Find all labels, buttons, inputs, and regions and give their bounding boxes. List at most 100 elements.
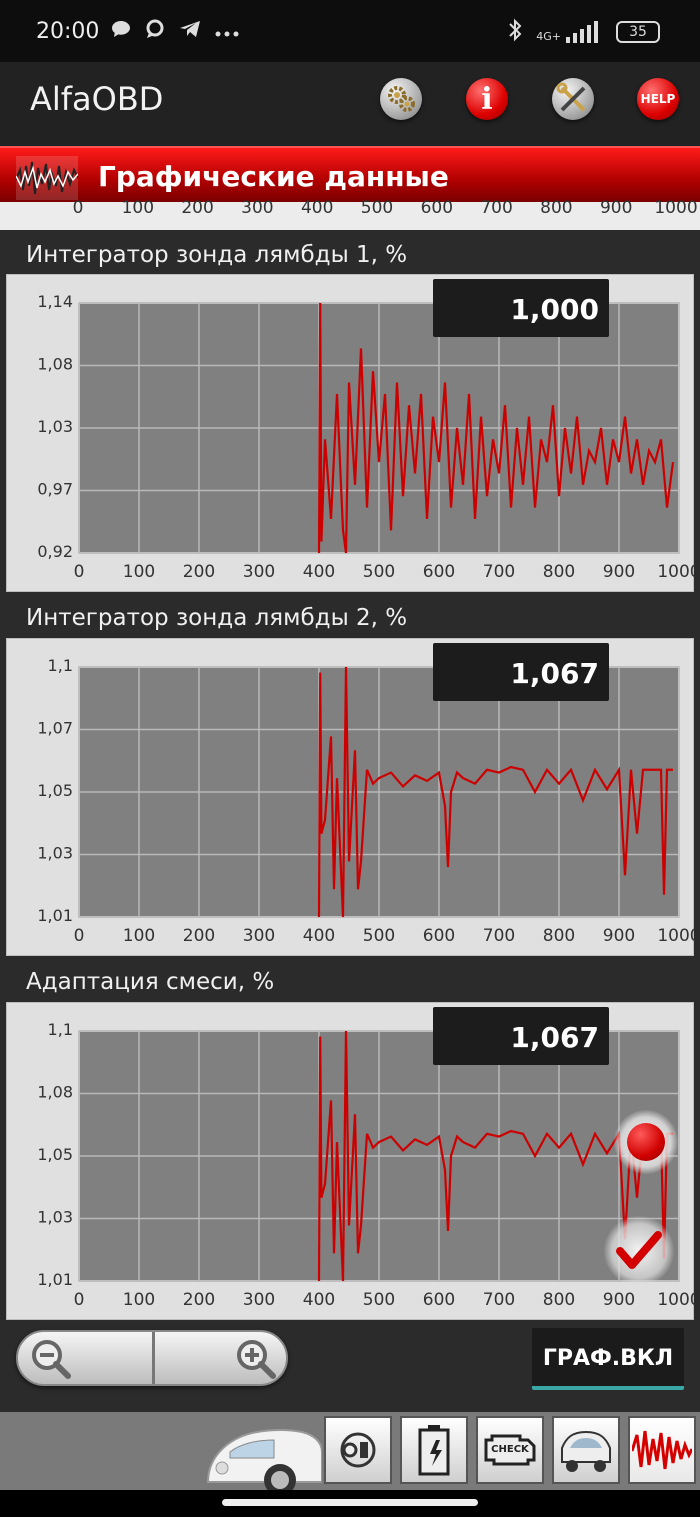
chart-3-panel[interactable]: 0 100 200 300 400 500 600 700 800 900 1000 1,1 1,08 1… [6, 1002, 700, 1320]
section-header: Графические данные [0, 146, 700, 202]
battery-icon [418, 1425, 450, 1476]
battery-icon: 35 [616, 21, 660, 43]
x-tick-label: 100 [123, 562, 155, 582]
message-icon [145, 19, 165, 44]
x-tick-label: 400 [303, 562, 335, 582]
x-tick-label: 400 [300, 198, 334, 218]
x-tick-label: 900 [603, 1290, 635, 1310]
bluetooth-icon [508, 18, 522, 46]
x-tick-label: 100 [123, 1290, 155, 1310]
notification-icons [111, 19, 239, 44]
chart-1-heading: Интегратор зонда лямбды 1, % [6, 238, 694, 274]
x-tick-label: 500 [363, 926, 395, 946]
y-tick-label: 1,1 [48, 1020, 73, 1039]
x-tick-label: 800 [543, 1290, 575, 1310]
x-tick-label: 1000 [657, 926, 695, 946]
current-value-box: 1,067 [433, 643, 609, 701]
system-icons: 4G+ 35 [508, 18, 660, 46]
battery-button[interactable] [400, 1416, 468, 1484]
x-tick-label: 200 [183, 926, 215, 946]
zoom-in-button[interactable] [155, 1332, 286, 1384]
x-tick-label: 900 [603, 562, 635, 582]
x-tick-label: 200 [183, 1290, 215, 1310]
confirm-button[interactable] [604, 1216, 674, 1286]
info-icon: i [481, 81, 493, 117]
x-tick-label: 200 [183, 562, 215, 582]
tools-button[interactable] [552, 78, 594, 120]
x-tick-label: 500 [363, 1290, 395, 1310]
chart-title: Адаптация смеси, % [26, 969, 275, 995]
current-value-box: 1,067 [433, 1007, 609, 1065]
y-tick-label: 1,07 [37, 719, 73, 738]
x-tick-label: 800 [543, 926, 575, 946]
car-service-button[interactable] [552, 1416, 620, 1484]
x-tick-label: 300 [243, 1290, 275, 1310]
chart-2-panel[interactable]: 0 100 200 300 400 500 600 700 800 900 1000 1,1 1,07 1… [6, 638, 700, 956]
x-tick-label: 600 [423, 562, 455, 582]
chart-3-heading: Адаптация смеси, % [6, 965, 694, 1001]
chart-2-heading: Интегратор зонда лямбды 2, % [6, 601, 694, 637]
x-tick-label: 700 [480, 198, 513, 218]
current-value-box: 1,000 [433, 279, 609, 337]
graph-toggle-button[interactable]: ГРАФ.ВКЛ [532, 1328, 684, 1390]
x-tick-label: 0 [74, 926, 85, 946]
zoom-out-icon [32, 1340, 71, 1379]
x-tick-label: 600 [423, 926, 455, 946]
x-tick-label: 900 [603, 926, 635, 946]
chart-title: Интегратор зонда лямбды 1, % [26, 242, 408, 268]
x-tick-label: 0 [72, 198, 84, 218]
x-tick-label: 1000 [657, 1290, 695, 1310]
y-tick-label: 0,97 [37, 480, 73, 499]
x-tick-label: 1000 [654, 198, 698, 218]
key-icon [340, 1432, 376, 1468]
y-tick-label: 1,08 [37, 355, 73, 374]
bottom-nav: CHECK [0, 1412, 700, 1490]
record-icon [627, 1123, 665, 1161]
check-engine-label: CHECK [491, 1444, 529, 1455]
home-indicator[interactable] [222, 1499, 478, 1506]
x-tick-label: 400 [303, 1290, 335, 1310]
y-tick-label: 1,03 [37, 844, 73, 863]
chat-icon [111, 20, 131, 43]
y-tick-label: 1,03 [37, 417, 73, 436]
help-button[interactable]: HELP [637, 78, 679, 120]
car-hood-icon [561, 1430, 611, 1472]
key-button[interactable] [324, 1416, 392, 1484]
gears-icon [388, 86, 415, 112]
previous-chart-x-axis: 0 100 200 300 400 500 600 700 800 900 1000 [0, 198, 700, 230]
x-tick-label: 300 [243, 562, 275, 582]
record-button[interactable] [614, 1110, 678, 1174]
zoom-out-button[interactable] [18, 1332, 152, 1384]
x-tick-label: 400 [303, 926, 335, 946]
chart-1-panel[interactable]: 0 100 200 300 400 500 600 700 800 900 1000 1,14 1,08… [6, 274, 700, 592]
info-button[interactable]: i [466, 78, 508, 120]
zoom-in-icon [237, 1340, 276, 1379]
checkmark-icon [616, 1231, 662, 1269]
x-tick-label: 500 [363, 562, 395, 582]
x-tick-label: 300 [243, 926, 275, 946]
chart-title: Интегратор зонда лямбды 2, % [26, 605, 408, 631]
waveform-icon [16, 156, 78, 200]
zoom-control [16, 1330, 288, 1386]
bottom-controls: ГРАФ.ВКЛ [0, 1320, 700, 1416]
graph-nav-button[interactable] [628, 1416, 696, 1484]
x-tick-label: 800 [543, 562, 575, 582]
y-tick-label: 1,05 [37, 781, 73, 800]
x-tick-label: 200 [181, 198, 214, 218]
check-engine-button[interactable]: CHECK [476, 1416, 544, 1484]
x-tick-label: 1000 [657, 562, 695, 582]
status-time: 20:00 [36, 18, 100, 44]
y-tick-label: 1,05 [37, 1145, 73, 1164]
status-bar: 20:00 4G+ 35 [0, 0, 700, 62]
signal-icon: 4G+ [536, 21, 602, 43]
car-icon [206, 1429, 322, 1490]
page-title: Графические данные [98, 160, 449, 193]
x-tick-label: 0 [74, 1290, 85, 1310]
help-icon: HELP [640, 92, 676, 106]
app-title: AlfaOBD [30, 80, 164, 118]
x-tick-label: 700 [483, 1290, 515, 1310]
app-bar: AlfaOBD i HELP [0, 62, 700, 146]
settings-gears-button[interactable] [380, 78, 422, 120]
y-tick-label: 1,1 [48, 656, 73, 675]
network-label: 4G+ [536, 30, 561, 43]
